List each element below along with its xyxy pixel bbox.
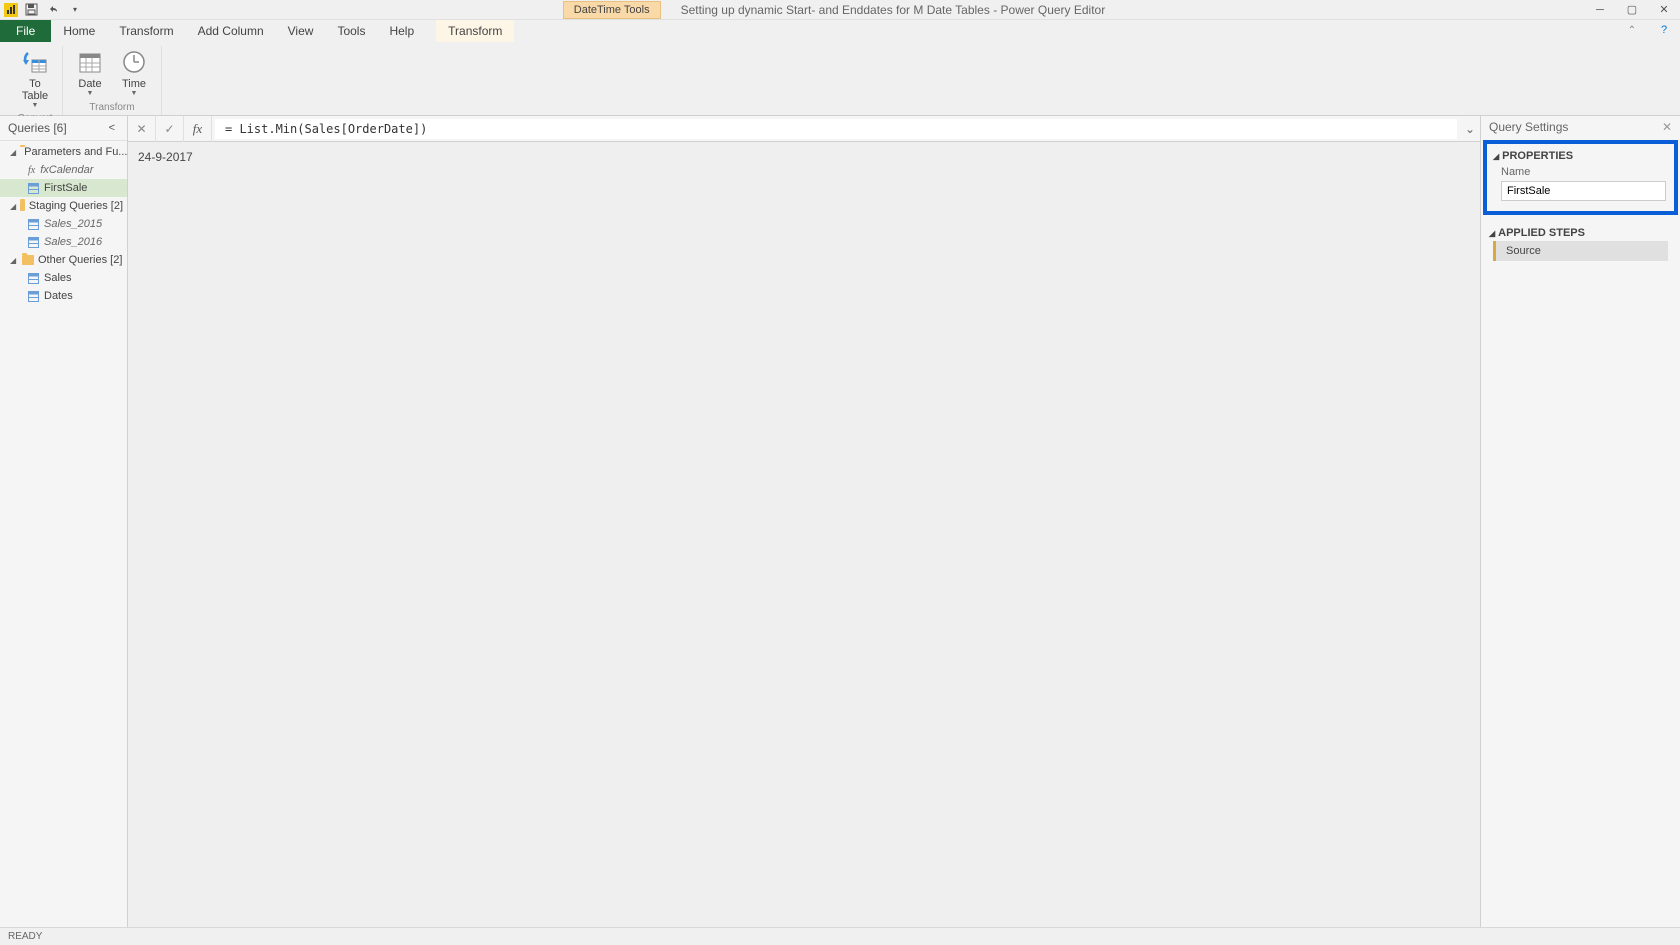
folder-icon (22, 255, 34, 265)
tab-home[interactable]: Home (51, 20, 107, 42)
chevron-down-icon: ▼ (131, 90, 138, 97)
chevron-down-icon: ◢ (1493, 152, 1499, 161)
query-name-input[interactable] (1501, 181, 1666, 201)
tab-context-transform[interactable]: Transform (436, 20, 514, 42)
chevron-down-icon: ◢ (1489, 229, 1495, 238)
status-bar: READY (0, 927, 1680, 945)
ribbon-group-transform: Date ▼ Time ▼ Transform (63, 46, 162, 115)
qat-dropdown-icon[interactable]: ▾ (66, 1, 84, 19)
chevron-down-icon: ◢ (10, 148, 16, 157)
query-item-dates[interactable]: Dates (0, 287, 127, 305)
calendar-icon (78, 50, 102, 74)
queries-tree: ◢ Parameters and Fu... fx fxCalendar Fir… (0, 141, 127, 307)
properties-section-label[interactable]: ◢ PROPERTIES (1493, 150, 1668, 162)
tree-group-staging[interactable]: ◢ Staging Queries [2] (0, 197, 127, 215)
close-button[interactable]: ✕ (1648, 0, 1680, 20)
clock-icon (122, 50, 146, 74)
table-icon (28, 219, 39, 230)
folder-icon (20, 201, 25, 211)
context-tools-label: DateTime Tools (563, 1, 661, 19)
time-button[interactable]: Time ▼ (115, 46, 153, 100)
help-icon[interactable]: ? (1648, 20, 1680, 40)
titlebar: ▾ DateTime Tools Setting up dynamic Star… (0, 0, 1680, 20)
tree-group-other[interactable]: ◢ Other Queries [2] (0, 251, 127, 269)
query-item-sales[interactable]: Sales (0, 269, 127, 287)
window-title: Setting up dynamic Start- and Enddates f… (681, 3, 1106, 17)
formula-bar: ✕ ✓ fx ⌄ (128, 116, 1480, 142)
table-icon (28, 273, 39, 284)
to-table-icon (22, 49, 48, 75)
tree-group-parameters[interactable]: ◢ Parameters and Fu... (0, 143, 127, 161)
center-content: ✕ ✓ fx ⌄ 24-9-2017 (128, 116, 1480, 927)
tab-view[interactable]: View (276, 20, 326, 42)
queries-panel: Queries [6] < ◢ Parameters and Fu... fx … (0, 116, 128, 927)
save-icon[interactable] (22, 1, 40, 19)
table-icon (28, 237, 39, 248)
query-settings-panel: Query Settings ✕ ◢ PROPERTIES Name ◢ APP… (1480, 116, 1680, 927)
app-icon (4, 3, 18, 17)
collapse-queries-button[interactable]: < (105, 120, 119, 136)
table-icon (28, 183, 39, 194)
query-item-sales2016[interactable]: Sales_2016 (0, 233, 127, 251)
undo-icon[interactable] (44, 1, 62, 19)
ribbon: To Table ▼ Convert Date ▼ (0, 42, 1680, 116)
chevron-down-icon: ▼ (87, 90, 94, 97)
formula-input[interactable] (215, 119, 1457, 139)
to-table-button[interactable]: To Table ▼ (16, 46, 54, 111)
function-icon: fx (28, 165, 35, 176)
maximize-button[interactable]: ▢ (1616, 0, 1648, 20)
tab-transform[interactable]: Transform (107, 20, 185, 42)
chevron-down-icon: ◢ (10, 202, 16, 211)
ribbon-tabs: File Home Transform Add Column View Tool… (0, 20, 1680, 42)
applied-steps-label[interactable]: ◢ APPLIED STEPS (1489, 227, 1672, 239)
formula-cancel-button[interactable]: ✕ (128, 116, 156, 142)
queries-header-label: Queries [6] (8, 121, 67, 135)
name-label: Name (1501, 166, 1668, 178)
date-button[interactable]: Date ▼ (71, 46, 109, 100)
data-preview: 24-9-2017 (128, 142, 1480, 927)
query-item-fxcalendar[interactable]: fx fxCalendar (0, 161, 127, 179)
close-settings-button[interactable]: ✕ (1662, 120, 1672, 134)
tab-add-column[interactable]: Add Column (186, 20, 276, 42)
formula-commit-button[interactable]: ✓ (156, 116, 184, 142)
applied-step-source[interactable]: Source (1493, 241, 1668, 261)
query-item-sales2015[interactable]: Sales_2015 (0, 215, 127, 233)
formula-expand-button[interactable]: ⌄ (1460, 122, 1480, 136)
settings-title: Query Settings (1489, 120, 1568, 134)
table-icon (28, 291, 39, 302)
tab-help[interactable]: Help (377, 20, 426, 42)
ribbon-group-convert: To Table ▼ Convert (8, 46, 63, 115)
minimize-button[interactable]: ─ (1584, 0, 1616, 20)
properties-highlight: ◢ PROPERTIES Name (1483, 140, 1678, 215)
tab-file[interactable]: File (0, 20, 51, 42)
status-text: READY (8, 931, 42, 942)
preview-value: 24-9-2017 (138, 150, 193, 164)
chevron-down-icon: ◢ (10, 256, 18, 265)
query-item-firstsale[interactable]: FirstSale (0, 179, 127, 197)
formula-fx-button[interactable]: fx (184, 116, 212, 142)
ribbon-collapse-icon[interactable]: ⌃ (1616, 20, 1648, 40)
chevron-down-icon: ▼ (32, 102, 39, 109)
tab-tools[interactable]: Tools (325, 20, 377, 42)
